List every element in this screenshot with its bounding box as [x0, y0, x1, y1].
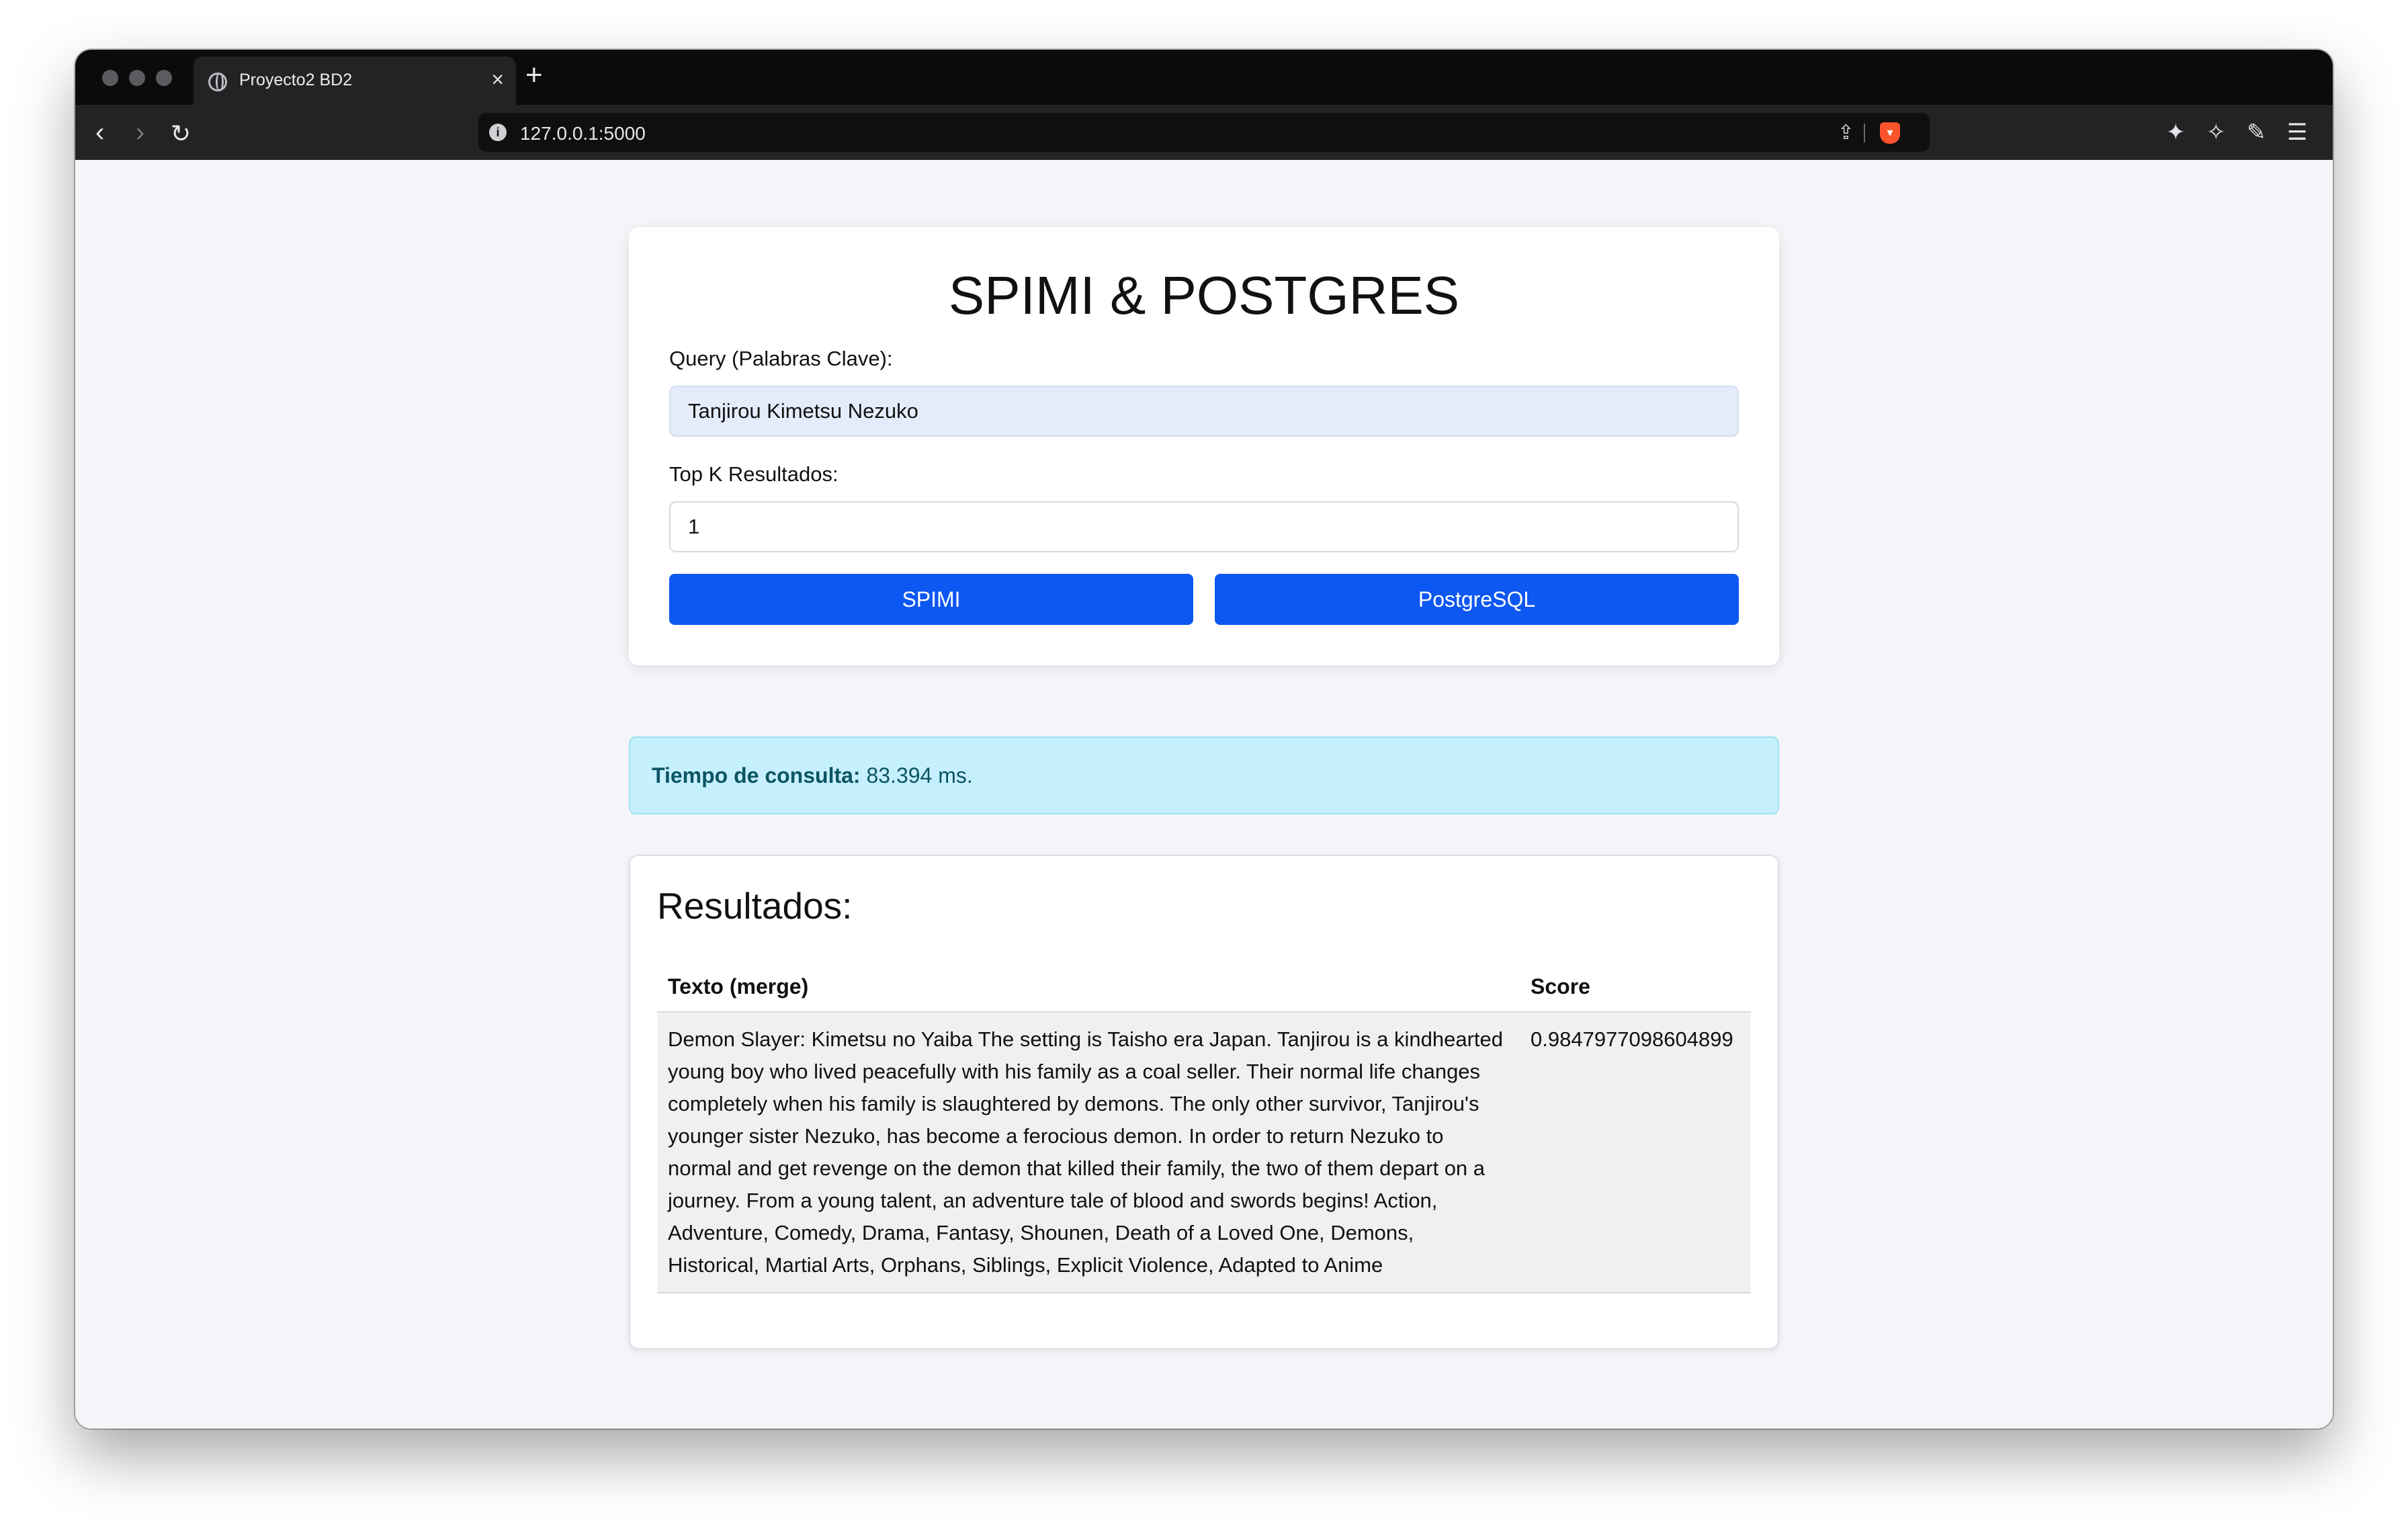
search-form-card: SPIMI & POSTGRES Query (Palabras Clave):…: [629, 227, 1779, 665]
url-text[interactable]: 127.0.0.1:5000: [520, 123, 646, 144]
table-header-row: Texto (merge) Score: [657, 966, 1751, 1013]
sparkle-icon[interactable]: ✧: [2206, 118, 2226, 146]
query-time-label: Tiempo de consulta:: [652, 763, 861, 788]
chevron-left-icon[interactable]: ‹: [95, 116, 104, 149]
share-icon[interactable]: ⇪: [1838, 121, 1854, 144]
column-header-text: Texto (merge): [657, 966, 1520, 1013]
column-header-score: Score: [1520, 966, 1751, 1013]
spimi-button[interactable]: SPIMI: [669, 574, 1193, 625]
query-time-alert: Tiempo de consulta: 83.394 ms.: [629, 736, 1779, 814]
query-input[interactable]: Tanjirou Kimetsu Nezuko: [669, 386, 1739, 437]
results-card: Resultados: Texto (merge) Score Demon Sl…: [629, 855, 1779, 1349]
result-text-cell: Demon Slayer: Kimetsu no Yaiba The setti…: [657, 1012, 1520, 1293]
query-label: Query (Palabras Clave):: [669, 347, 893, 370]
tab-title: Proyecto2 BD2: [239, 71, 353, 89]
new-tab-button[interactable]: +: [525, 59, 543, 91]
results-table: Texto (merge) Score Demon Slayer: Kimets…: [657, 966, 1751, 1293]
zoom-window-button[interactable]: [156, 70, 172, 86]
globe-icon: [208, 73, 227, 91]
table-row: Demon Slayer: Kimetsu no Yaiba The setti…: [657, 1012, 1751, 1293]
topk-label: Top K Resultados:: [669, 462, 838, 486]
info-icon[interactable]: i: [489, 124, 507, 141]
topk-input[interactable]: 1: [669, 501, 1739, 552]
close-window-button[interactable]: [102, 70, 118, 86]
minimize-window-button[interactable]: [129, 70, 145, 86]
url-divider: [1864, 124, 1865, 142]
brave-shield-icon[interactable]: ▾: [1880, 122, 1900, 144]
postgresql-button[interactable]: PostgreSQL: [1215, 574, 1739, 625]
tab-active[interactable]: Proyecto2 BD2 ×: [194, 56, 516, 105]
browser-toolbar: ‹ › ↻ i 127.0.0.1:5000 ⇪ ▾ ✦ ✧ ✎ ☰: [75, 105, 2333, 160]
query-time-value: 83.394 ms.: [866, 763, 973, 788]
result-score-cell: 0.9847977098604899: [1520, 1012, 1751, 1293]
hamburger-menu-icon[interactable]: ☰: [2287, 118, 2307, 146]
page-content: SPIMI & POSTGRES Query (Palabras Clave):…: [75, 160, 2333, 1429]
chevron-right-icon[interactable]: ›: [136, 116, 144, 149]
address-bar[interactable]: i 127.0.0.1:5000 ⇪ ▾: [478, 113, 1930, 152]
pen-icon[interactable]: ✎: [2247, 118, 2266, 146]
tab-bar: Proyecto2 BD2 × +: [75, 50, 2333, 105]
tab-close-icon[interactable]: ×: [491, 67, 504, 91]
puzzle-icon[interactable]: ✦: [2166, 118, 2186, 146]
results-title: Resultados:: [657, 885, 853, 927]
browser-window: Proyecto2 BD2 × + ‹ › ↻ i 127.0.0.1:5000…: [75, 50, 2333, 1429]
page-title: SPIMI & POSTGRES: [948, 265, 1460, 325]
reload-icon[interactable]: ↻: [171, 117, 191, 151]
